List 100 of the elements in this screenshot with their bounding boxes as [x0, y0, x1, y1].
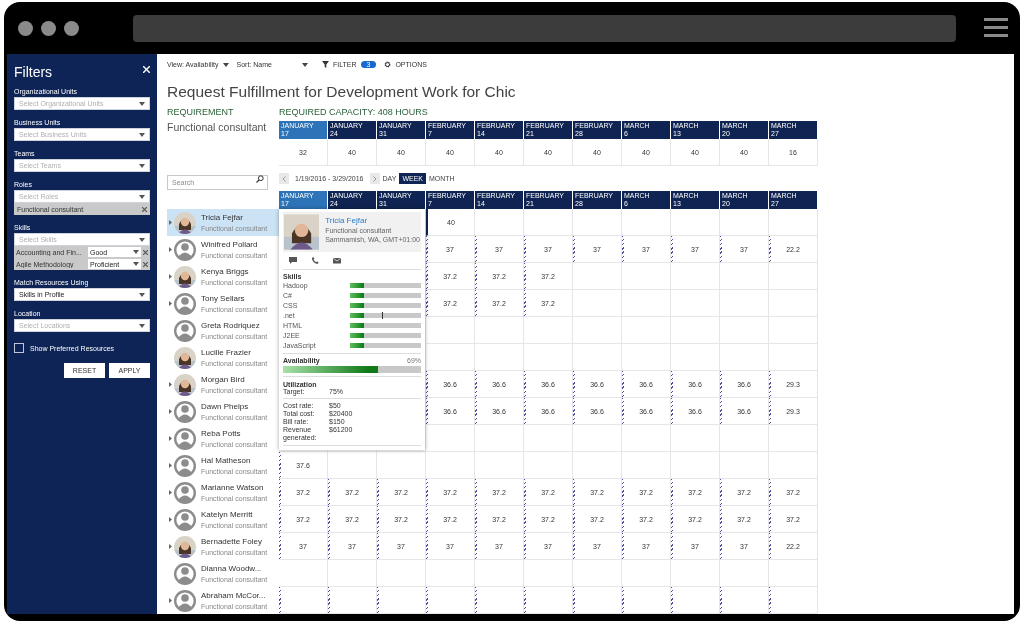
avatar-icon — [174, 562, 196, 585]
caret-icon[interactable] — [133, 250, 139, 254]
expand-icon[interactable] — [169, 490, 172, 495]
table-cell — [622, 587, 671, 614]
table-cell — [475, 317, 524, 344]
table-cell — [769, 290, 818, 317]
person-name: Abraham McCor... — [201, 591, 267, 600]
table-cell — [671, 587, 720, 614]
table-cell — [671, 425, 720, 452]
table-cell — [524, 425, 573, 452]
expand-icon[interactable] — [169, 220, 172, 225]
table-cell — [573, 317, 622, 344]
person-name: Bernadette Foley — [201, 537, 263, 546]
phone-icon[interactable] — [311, 257, 319, 264]
search-icon[interactable] — [256, 174, 264, 183]
role-label: Functional consultant — [167, 121, 268, 135]
expand-icon[interactable] — [169, 301, 172, 306]
checkbox[interactable] — [14, 343, 24, 353]
person-name: Lucille Frazier — [201, 348, 252, 357]
person-name: Marianne Watson — [201, 483, 265, 492]
person-name: Dianna Woodw... — [201, 564, 263, 573]
avatar-icon — [174, 238, 196, 261]
menu-icon[interactable] — [984, 18, 1008, 38]
window-dot[interactable] — [41, 20, 56, 36]
caret-icon[interactable] — [139, 237, 145, 242]
section-label: REQUIREMENT — [167, 107, 235, 117]
caret-icon[interactable] — [133, 262, 139, 266]
caret-icon[interactable] — [139, 163, 145, 168]
caret-icon[interactable] — [139, 101, 145, 106]
table-cell — [720, 587, 769, 614]
table-cell — [573, 425, 622, 452]
expand-icon[interactable] — [169, 517, 172, 522]
avatar-icon — [174, 427, 196, 450]
person-name: Katelyn Merritt — [201, 510, 254, 519]
expand-icon[interactable] — [169, 274, 172, 279]
person-name: Morgan Bird — [201, 375, 246, 384]
table-cell — [426, 317, 475, 344]
expand-icon[interactable] — [169, 598, 172, 603]
caret-icon[interactable] — [139, 194, 145, 199]
expand-icon[interactable] — [169, 409, 172, 414]
gear-icon — [384, 61, 392, 68]
page-title: Request Fulfillment for Development Work for Chic — [167, 83, 517, 101]
person-name: Dawn Phelps — [201, 402, 250, 411]
table-cell — [720, 317, 769, 344]
person-name: Winifred Pollard — [201, 240, 259, 249]
table-cell — [573, 290, 622, 317]
table-cell — [426, 425, 475, 452]
table-cell — [769, 263, 818, 290]
expand-icon[interactable] — [169, 544, 172, 549]
avatar-icon — [174, 508, 196, 531]
table-cell — [671, 290, 720, 317]
mail-icon[interactable] — [333, 257, 341, 264]
expand-icon[interactable] — [169, 247, 172, 252]
table-cell — [671, 317, 720, 344]
person-name: Kenya Briggs — [201, 267, 250, 276]
table-cell — [622, 290, 671, 317]
table-cell — [524, 317, 573, 344]
caret-icon[interactable] — [139, 323, 145, 328]
table-cell — [377, 587, 426, 614]
avatar-icon — [174, 481, 196, 504]
chevron-right-icon — [372, 175, 377, 182]
chevron-left-icon — [282, 175, 286, 182]
table-cell — [769, 317, 818, 344]
window-dot[interactable] — [64, 20, 79, 36]
avatar-icon — [174, 319, 196, 342]
caret-icon[interactable] — [139, 132, 145, 137]
table-cell — [622, 263, 671, 290]
avatar-icon — [174, 400, 196, 423]
caret-icon[interactable] — [222, 62, 229, 67]
person-name: Reba Potts — [201, 429, 242, 438]
filters-title: Filters — [14, 64, 53, 80]
funnel-icon — [321, 61, 329, 68]
expand-icon[interactable] — [169, 382, 172, 387]
next-button[interactable] — [369, 173, 380, 184]
table-cell — [475, 425, 524, 452]
capacity-label: REQUIRED CAPACITY: 408 HOURS — [279, 107, 428, 117]
person-name: Tricia Fejfar — [201, 213, 244, 222]
caret-icon[interactable] — [301, 62, 308, 67]
table-cell — [524, 587, 573, 614]
person-name: Hal Matheson — [201, 456, 252, 465]
table-cell — [573, 263, 622, 290]
expand-icon[interactable] — [169, 436, 172, 441]
chat-icon[interactable] — [289, 257, 297, 264]
caret-icon[interactable] — [139, 292, 145, 297]
table-cell — [328, 587, 377, 614]
table-cell — [475, 587, 524, 614]
table-cell — [279, 587, 328, 614]
person-name: Tony Sellars — [201, 294, 246, 303]
table-cell — [720, 290, 769, 317]
person-name: Greta Rodriquez — [201, 321, 261, 330]
table-cell — [769, 425, 818, 452]
table-cell — [622, 425, 671, 452]
table-cell — [769, 587, 818, 614]
window-dot[interactable] — [18, 20, 33, 36]
expand-icon[interactable] — [169, 463, 172, 468]
table-cell — [426, 587, 475, 614]
table-cell — [720, 263, 769, 290]
person-name-link[interactable]: Tricia Fejfar — [325, 216, 420, 225]
avatar-icon — [174, 292, 196, 315]
table-cell — [622, 317, 671, 344]
